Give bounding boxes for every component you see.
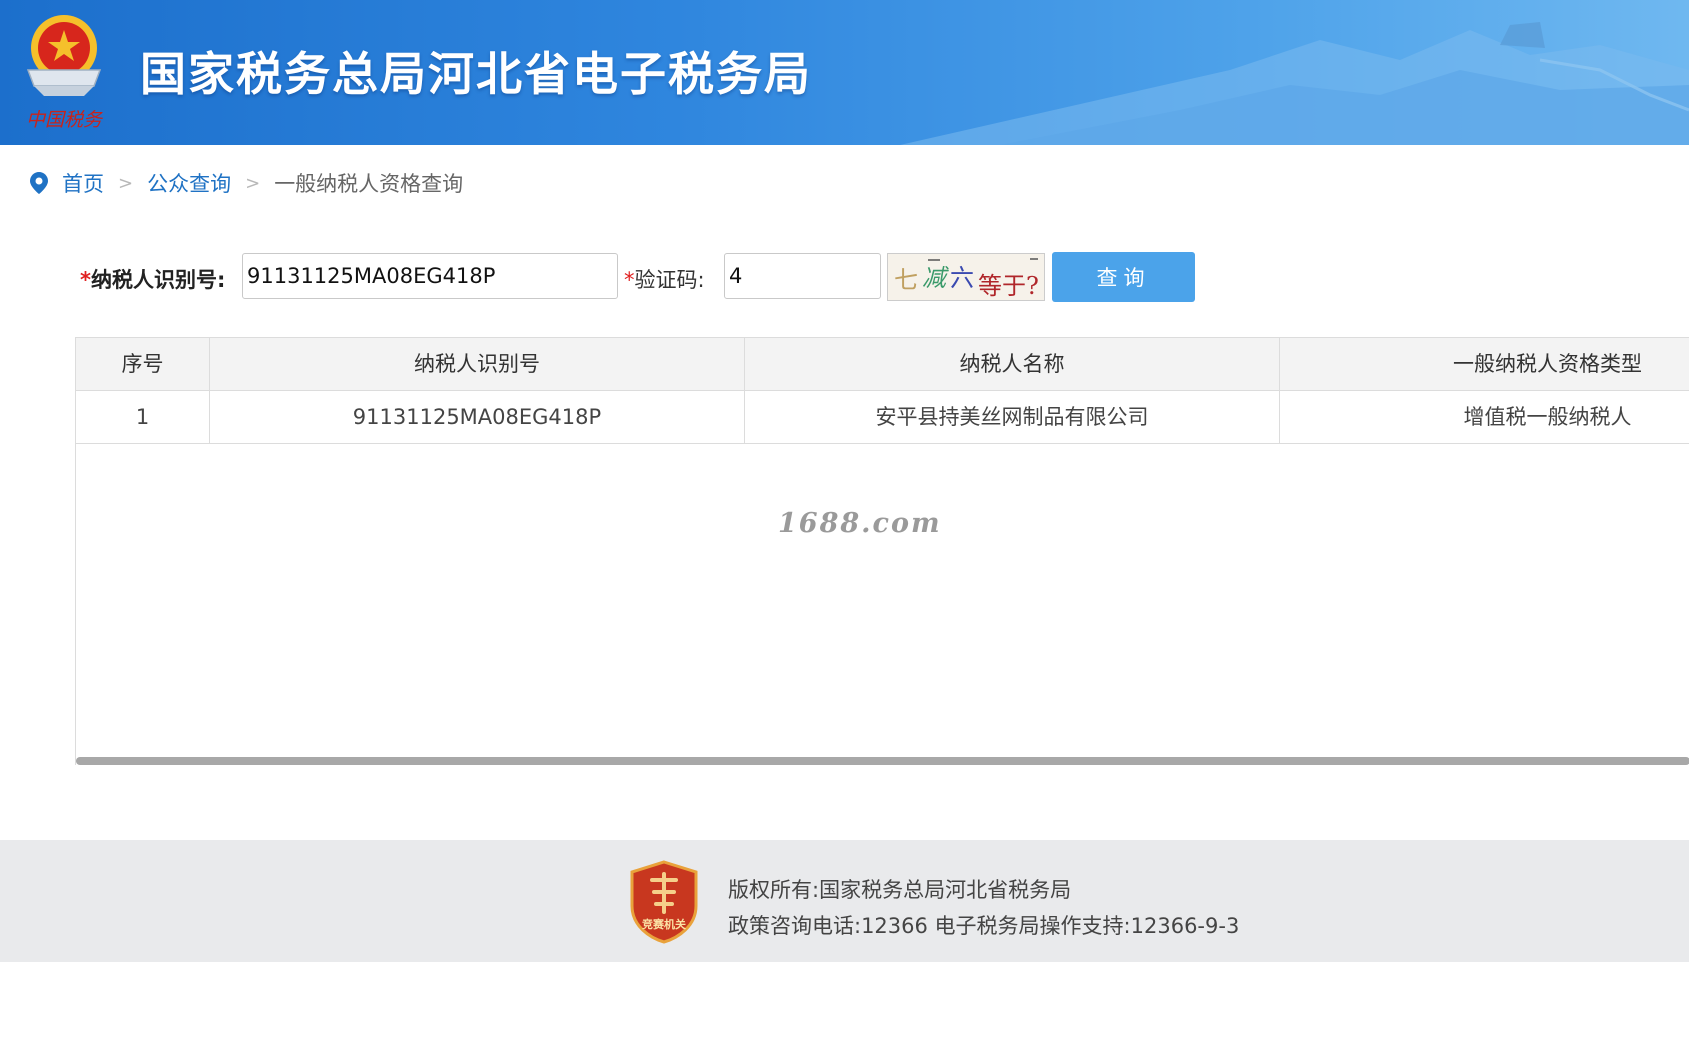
footer-support: 政策咨询电话:12366 电子税务局操作支持:12366-9-3 [728, 914, 1240, 938]
column-header-index: 序号 [76, 338, 210, 390]
column-header-taxpayer-id: 纳税人识别号 [210, 338, 745, 390]
breadcrumb-separator: > [245, 172, 261, 194]
taxpayer-id-input[interactable] [242, 253, 618, 299]
cell-qualification-type: 增值税一般纳税人 [1463, 405, 1632, 429]
footer-copyright: 版权所有:国家税务总局河北省税务局 [728, 878, 1072, 902]
cell-index: 1 [76, 391, 210, 443]
header-banner: 中国税务 国家税务总局河北省电子税务局 [0, 0, 1689, 145]
cell-taxpayer-id: 91131125MA08EG418P [210, 391, 745, 443]
captcha-char: 七 [894, 266, 918, 294]
site-title: 国家税务总局河北省电子税务局 [140, 47, 812, 101]
breadcrumb-public-query[interactable]: 公众查询 [147, 168, 231, 198]
taxpayer-id-label: *纳税人识别号: [80, 268, 226, 292]
captcha-char: 减 [922, 264, 949, 292]
horizontal-scrollbar[interactable] [76, 757, 1689, 765]
results-table: 序号 纳税人识别号 纳税人名称 一般纳税人资格类型 1 91131125MA08… [75, 337, 1689, 765]
query-form: *纳税人识别号: *验证码: 七 减 六 等于? 查询 [0, 252, 1689, 302]
footer: 竞赛机关 版权所有:国家税务总局河北省税务局 政策咨询电话:12366 电子税务… [0, 840, 1689, 962]
footer-info: 版权所有:国家税务总局河北省税务局 政策咨询电话:12366 电子税务局操作支持… [728, 872, 1239, 944]
badge-caption: 竞赛机关 [642, 917, 686, 931]
party-badge-icon: 竞赛机关 [630, 860, 698, 944]
breadcrumb-separator: > [118, 172, 134, 194]
cell-taxpayer-name: 安平县持美丝网制品有限公司 [745, 391, 1280, 443]
location-pin-icon [30, 172, 48, 194]
breadcrumb: 首页 > 公众查询 > 一般纳税人资格查询 [30, 168, 463, 198]
captcha-char: 六 [950, 264, 974, 292]
table-header: 序号 纳税人识别号 纳税人名称 一般纳税人资格类型 [76, 338, 1689, 391]
column-header-qualification-type: 一般纳税人资格类型 [1453, 352, 1642, 376]
column-header-taxpayer-name: 纳税人名称 [745, 338, 1280, 390]
emblem-caption: 中国税务 [26, 109, 104, 131]
breadcrumb-home[interactable]: 首页 [62, 168, 104, 198]
captcha-input[interactable] [724, 253, 881, 299]
svg-text:中国税务: 中国税务 [26, 109, 104, 131]
watermark: 1688.com [778, 508, 942, 539]
tax-emblem: 中国税务 [14, 8, 114, 136]
captcha-char: 等于? [978, 272, 1039, 300]
svg-text:竞赛机关: 竞赛机关 [642, 917, 686, 931]
captcha-image[interactable]: 七 减 六 等于? [887, 253, 1045, 301]
query-button[interactable]: 查询 [1052, 252, 1195, 302]
captcha-label: *验证码: [624, 268, 705, 292]
table-row[interactable]: 1 91131125MA08EG418P 安平县持美丝网制品有限公司 增值税一般… [76, 391, 1689, 444]
breadcrumb-current: 一般纳税人资格查询 [274, 172, 464, 196]
